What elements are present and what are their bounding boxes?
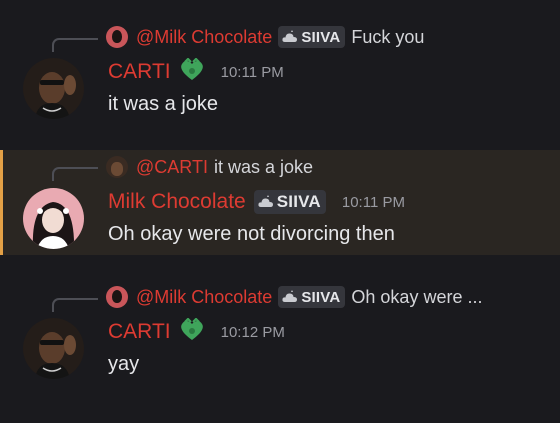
reply-connector (52, 298, 98, 312)
reply-preview[interactable]: @Milk Chocolate SIIVA Fuck you (106, 25, 424, 49)
server-tag[interactable]: SIIVA (278, 286, 346, 308)
avatar[interactable] (23, 58, 84, 119)
author-name[interactable]: CARTI (108, 320, 171, 344)
server-tag[interactable]: SIIVA (278, 26, 346, 48)
message-item[interactable]: @CARTI it was a joke Milk Chocolate SIIV… (0, 150, 560, 255)
reply-text[interactable]: it was a joke (214, 157, 313, 178)
timestamp: 10:11 PM (220, 63, 284, 81)
cloud-tag-icon (258, 195, 273, 207)
cloud-tag-icon (282, 30, 298, 42)
message-content: Oh okay were not divorcing then (108, 223, 395, 245)
reply-avatar (106, 156, 128, 178)
message-item[interactable]: @Milk Chocolate SIIVA Oh okay were ... C… (0, 270, 560, 420)
reply-preview[interactable]: @CARTI it was a joke (106, 155, 313, 179)
reply-connector (52, 167, 98, 181)
message-header: Milk Chocolate SIIVA 10:11 PM (108, 188, 405, 216)
reply-text[interactable]: Oh okay were ... (351, 287, 482, 308)
avatar[interactable] (23, 318, 84, 379)
chat-log: @Milk Chocolate SIIVA Fuck you CARTI 10:… (0, 0, 560, 423)
reply-author[interactable]: @CARTI (136, 157, 208, 178)
server-tag[interactable]: SIIVA (253, 190, 326, 214)
message-header: CARTI 10:11 PM (108, 56, 284, 87)
reply-text[interactable]: Fuck you (351, 27, 424, 48)
message-content: yay (108, 353, 140, 375)
reply-author[interactable]: @Milk Chocolate (136, 27, 272, 48)
message-item[interactable]: @Milk Chocolate SIIVA Fuck you CARTI 10:… (0, 0, 560, 140)
reply-avatar (106, 26, 128, 48)
message-header: CARTI 10:12 PM (108, 316, 285, 347)
author-name[interactable]: Milk Chocolate (108, 190, 246, 214)
server-tag-label: SIIVA (276, 192, 321, 211)
reply-connector (52, 38, 98, 52)
timestamp: 10:12 PM (220, 323, 285, 341)
green-heart-badge-icon[interactable] (179, 56, 205, 87)
reply-avatar (106, 286, 128, 308)
avatar[interactable] (23, 188, 84, 249)
cloud-tag-icon (282, 290, 298, 302)
server-tag-label: SIIVA (301, 288, 341, 306)
green-heart-badge-icon[interactable] (179, 316, 205, 347)
reply-author[interactable]: @Milk Chocolate (136, 287, 272, 308)
message-content: it was a joke (108, 93, 219, 115)
reply-preview[interactable]: @Milk Chocolate SIIVA Oh okay were ... (106, 285, 482, 309)
author-name[interactable]: CARTI (108, 60, 171, 84)
server-tag-label: SIIVA (301, 28, 341, 46)
timestamp: 10:11 PM (341, 193, 405, 211)
